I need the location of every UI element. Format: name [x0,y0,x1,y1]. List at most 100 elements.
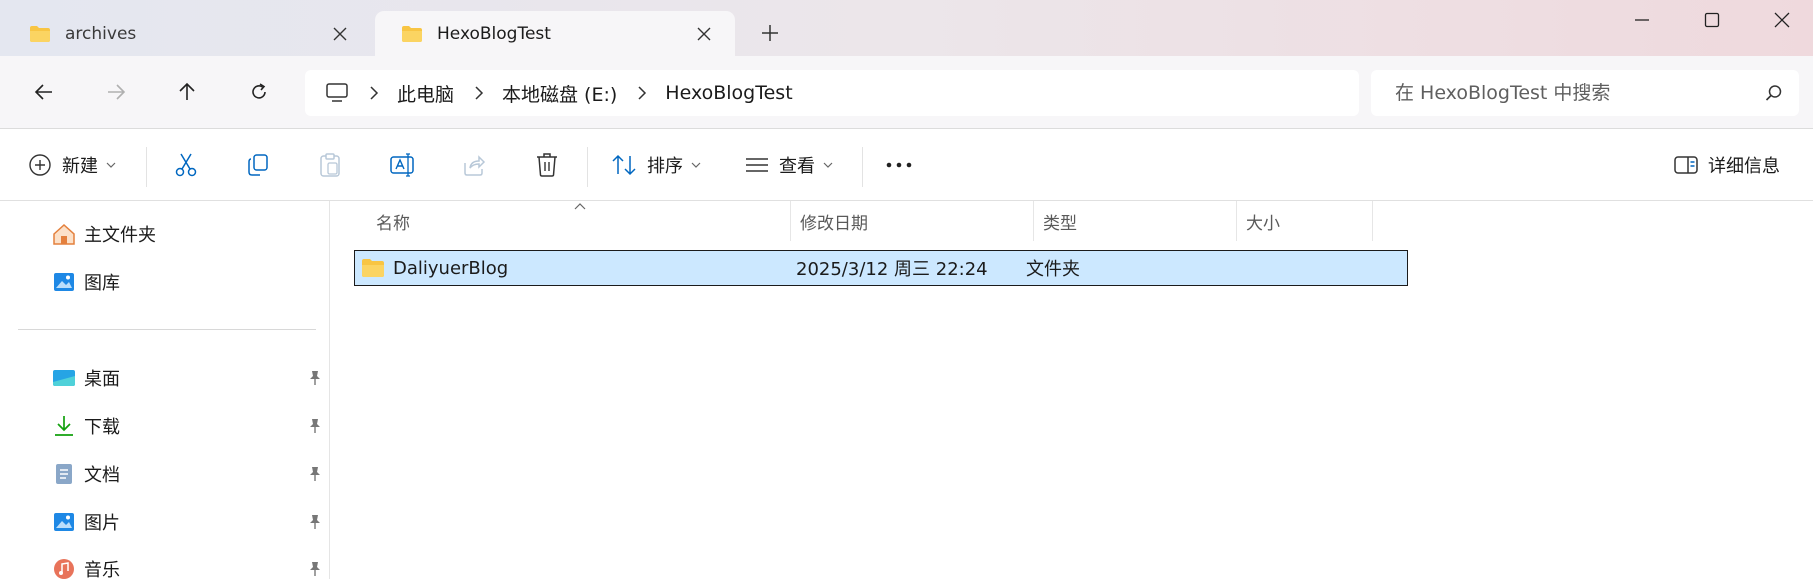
column-header-type[interactable]: 类型 [1043,201,1233,241]
forward-button[interactable] [98,74,134,110]
share-button[interactable] [462,147,486,183]
search-icon[interactable] [1765,84,1783,102]
document-icon [56,464,72,484]
up-button[interactable] [169,74,205,110]
sidebar-item-music[interactable]: 音乐 [52,554,322,584]
column-header-date[interactable]: 修改日期 [800,201,1030,241]
search-box[interactable] [1371,70,1799,116]
breadcrumb-current-folder[interactable]: HexoBlogTest [665,82,792,104]
arrow-left-icon [34,84,52,100]
chevron-down-icon [691,162,701,168]
tab-label: archives [65,23,137,44]
refresh-button[interactable] [241,74,277,110]
search-input[interactable] [1393,81,1765,105]
close-tab-icon[interactable] [689,19,719,49]
navigation-pane: 主文件夹 图库 桌面 下载 文档 图片 音乐 [0,201,330,581]
plus-icon [762,25,778,41]
close-window-button[interactable] [1747,2,1813,38]
sidebar-item-pictures[interactable]: 图片 [52,507,322,537]
details-pane-icon [1674,156,1698,174]
maximize-icon [1704,12,1720,28]
delete-button[interactable] [535,147,559,183]
pin-icon[interactable] [308,418,322,434]
sidebar-item-home[interactable]: 主文件夹 [52,219,322,249]
tab-archives[interactable]: archives [3,11,371,56]
minimize-button[interactable] [1607,2,1677,38]
copy-button[interactable] [246,147,270,183]
sidebar-item-label: 图片 [84,513,120,534]
title-bar: archives HexoBlogTest [0,0,1813,56]
sidebar-item-documents[interactable]: 文档 [52,459,322,489]
rename-button[interactable] [390,147,416,183]
sidebar-item-label: 下载 [84,417,120,438]
new-button[interactable]: 新建 [28,147,116,183]
folder-icon [402,25,422,42]
computer-icon [326,83,348,102]
pin-icon[interactable] [308,561,322,577]
breadcrumb-local-disk[interactable]: 本地磁盘 (E:) [502,80,617,107]
column-divider[interactable] [1372,201,1373,241]
plus-circle-icon [29,154,51,176]
details-pane-button[interactable]: 详细信息 [1674,147,1780,183]
chevron-down-icon [106,162,116,168]
gallery-icon [54,273,74,291]
sidebar-item-desktop[interactable]: 桌面 [52,363,322,393]
arrow-up-icon [179,82,195,100]
rename-icon [390,153,414,177]
arrow-right-icon [108,84,126,100]
sidebar-item-label: 文档 [84,465,120,486]
toolbar-divider [862,147,863,187]
close-tab-icon[interactable] [325,19,355,49]
toolbar-divider [146,147,147,187]
tab-hexoblogtest[interactable]: HexoBlogTest [375,11,735,56]
home-icon [53,223,75,245]
column-divider[interactable] [1033,201,1034,241]
cut-button[interactable] [174,147,198,183]
sidebar-item-downloads[interactable]: 下载 [52,411,322,441]
sidebar-item-label: 音乐 [84,560,120,581]
maximize-button[interactable] [1677,2,1747,38]
chevron-down-icon [823,162,833,168]
column-divider[interactable] [790,201,791,241]
file-modified-date: 2025/3/12 周三 22:24 [796,259,988,280]
view-label: 查看 [779,156,815,177]
sort-label: 排序 [647,156,683,177]
music-icon [54,559,74,579]
breadcrumb-this-pc[interactable]: 此电脑 [397,80,454,107]
file-list: 名称 修改日期 类型 大小 DaliyuerBlog 2025/3/12 周三 … [330,201,1813,579]
desktop-icon [53,370,75,386]
column-divider[interactable] [1236,201,1237,241]
sidebar-item-label: 桌面 [84,369,120,390]
tab-label: HexoBlogTest [437,23,551,44]
scissors-icon [175,153,197,177]
chevron-right-icon [475,86,484,100]
column-header-size[interactable]: 大小 [1246,201,1366,241]
sort-icon [612,154,636,176]
toolbar-divider [587,147,588,187]
column-header-name[interactable]: 名称 [376,201,780,241]
details-label: 详细信息 [1708,156,1780,177]
list-view-icon [746,158,768,172]
download-icon [55,416,73,436]
folder-icon [362,259,384,277]
pin-icon[interactable] [308,466,322,482]
table-row[interactable]: DaliyuerBlog 2025/3/12 周三 22:24 文件夹 [354,250,1408,286]
chevron-right-icon [638,86,647,100]
copy-icon [248,154,268,176]
share-icon [464,155,486,176]
sidebar-divider [18,329,316,330]
back-button[interactable] [26,74,62,110]
sidebar-item-gallery[interactable]: 图库 [52,267,322,297]
new-label: 新建 [62,156,98,177]
pin-icon[interactable] [308,370,322,386]
sidebar-item-label: 主文件夹 [84,225,156,246]
paste-button[interactable] [318,147,342,183]
pin-icon[interactable] [308,514,322,530]
new-tab-button[interactable] [752,18,788,48]
file-type: 文件夹 [1026,259,1080,280]
more-options-button[interactable] [885,147,913,183]
view-button[interactable]: 查看 [745,147,833,183]
address-bar[interactable]: 此电脑 本地磁盘 (E:) HexoBlogTest [305,70,1359,116]
refresh-icon [252,83,266,99]
sort-button[interactable]: 排序 [611,147,701,183]
